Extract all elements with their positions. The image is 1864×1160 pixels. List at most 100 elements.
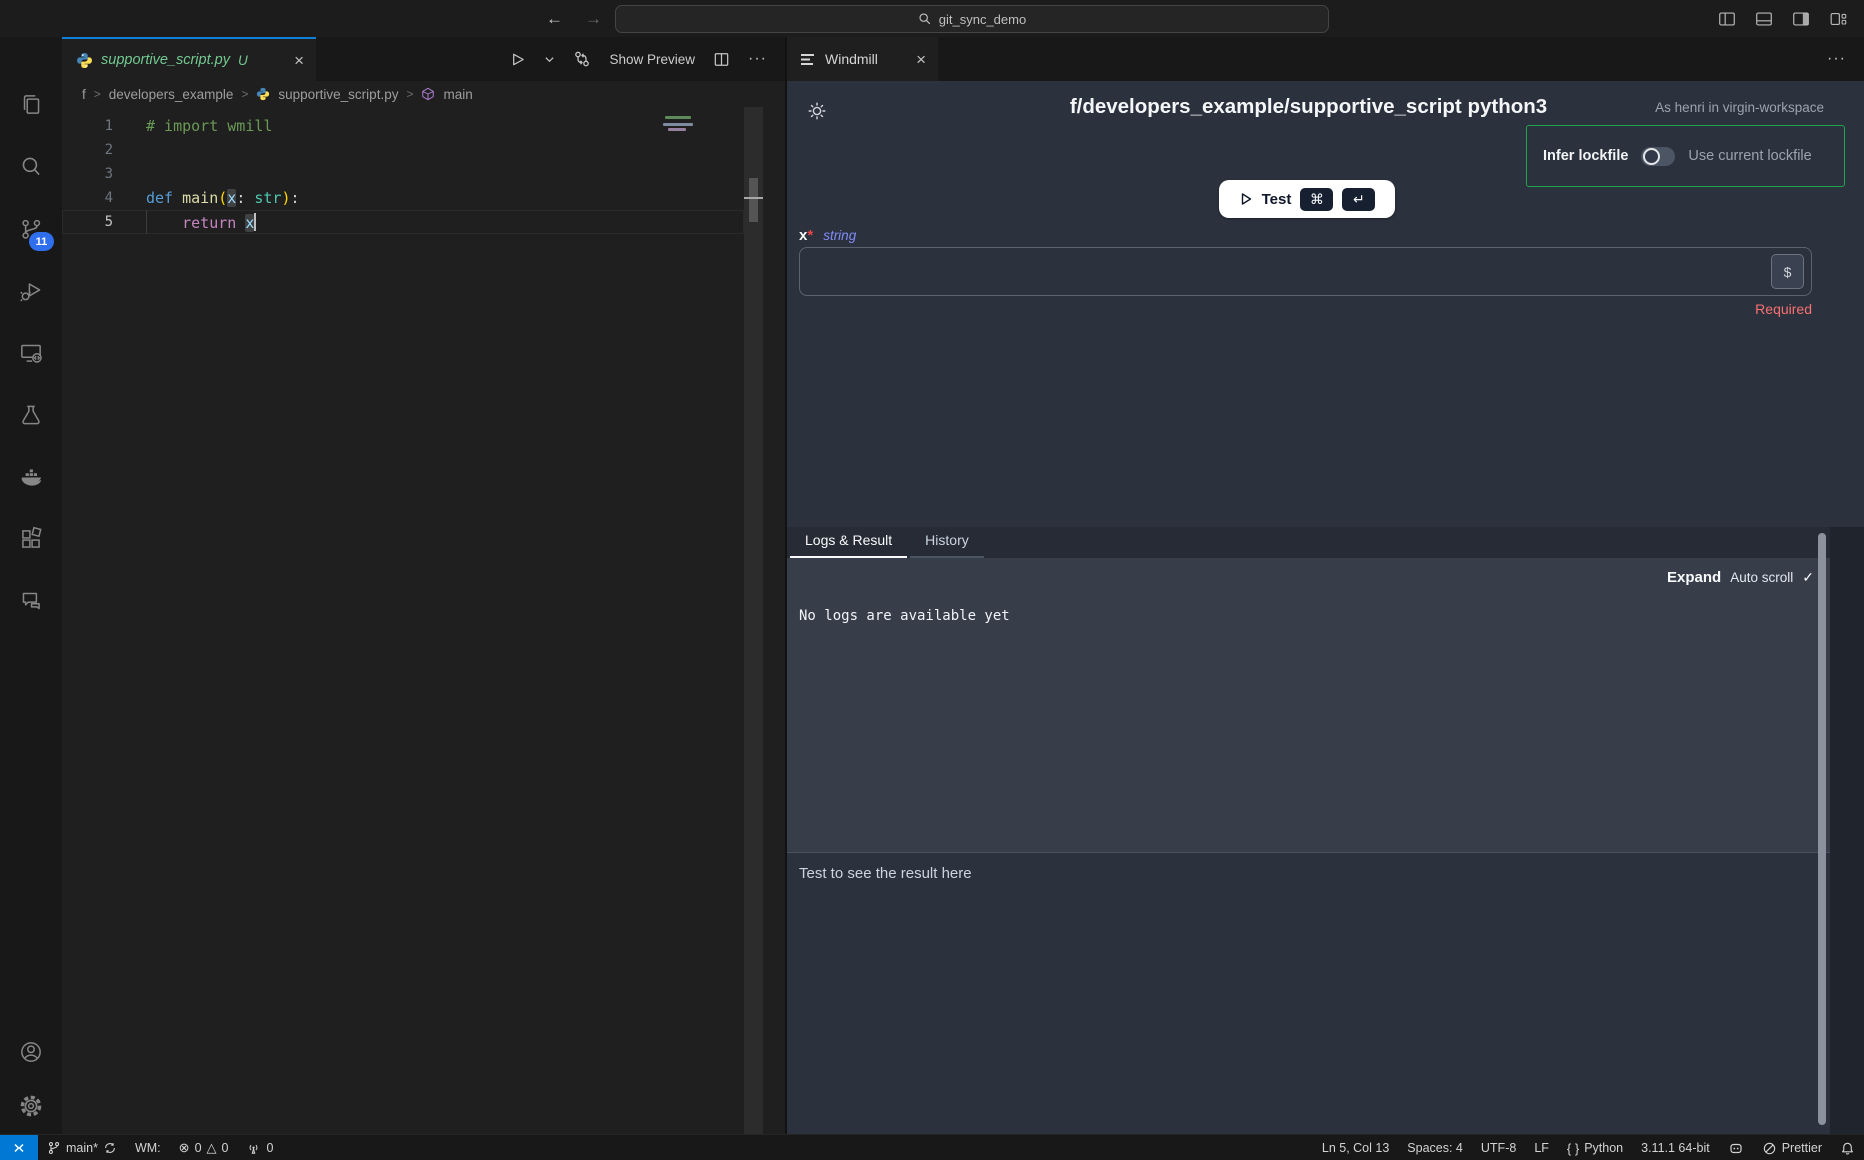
run-debug-icon [17, 277, 45, 305]
webview-scrollbar-thumb[interactable] [1818, 533, 1826, 1125]
windmill-status[interactable]: WM: [126, 1135, 170, 1160]
notifications-status[interactable] [1831, 1135, 1864, 1160]
indentation-label: Spaces: 4 [1407, 1141, 1463, 1155]
line-number: 3 [62, 166, 113, 182]
argument-x-input[interactable] [799, 247, 1812, 296]
formatter-label: Prettier [1782, 1141, 1822, 1155]
sync-icon [103, 1141, 117, 1155]
editor-more-actions-icon[interactable]: ··· [748, 50, 767, 68]
run-dropdown-chevron-icon[interactable] [544, 54, 555, 65]
git-branch-status[interactable]: main* [38, 1135, 126, 1160]
sidebar-item-comments[interactable] [0, 577, 62, 625]
breadcrumb-folder[interactable]: developers_example [109, 87, 234, 102]
eol-status[interactable]: LF [1525, 1135, 1558, 1160]
navigate-back-icon[interactable]: ← [546, 9, 563, 29]
required-validation-message: Required [799, 301, 1812, 317]
remote-indicator[interactable] [0, 1135, 38, 1160]
ports-status[interactable]: 0 [237, 1135, 282, 1160]
panel-more-actions-icon[interactable]: ··· [1827, 50, 1846, 68]
toggle-sidebar-icon[interactable] [1717, 9, 1737, 29]
breadcrumb-symbol[interactable]: main [443, 87, 472, 102]
code-editor[interactable]: 1 # import wmill 2 3 4 def main(x: str):… [62, 114, 785, 234]
lockfile-toggle[interactable] [1641, 147, 1675, 166]
lockfile-options-box: Infer lockfile Use current lockfile [1526, 125, 1845, 187]
indent-guide [146, 210, 147, 234]
code-line-current: 5 return x [62, 210, 744, 234]
customize-layout-icon[interactable] [1828, 9, 1848, 29]
bell-icon [1840, 1141, 1855, 1156]
tab-windmill[interactable]: Windmill × [787, 37, 938, 81]
sidebar-item-explorer[interactable] [0, 81, 62, 129]
tab-filename: supportive_script.py [101, 52, 230, 68]
line-number: 1 [62, 118, 113, 134]
indentation-status[interactable]: Spaces: 4 [1398, 1135, 1472, 1160]
sidebar-item-run-debug[interactable] [0, 267, 62, 315]
formatter-status[interactable]: Prettier [1753, 1135, 1831, 1160]
vscode-window: ← → git_sync_demo [0, 0, 1864, 1160]
close-tab-icon[interactable]: × [294, 52, 304, 69]
argument-type: string [823, 228, 856, 243]
copilot-status[interactable] [1719, 1135, 1753, 1160]
required-star: * [807, 227, 813, 244]
problems-status[interactable]: ⊗ 0 △ 0 [170, 1135, 238, 1160]
windmill-panel: Windmill × ··· f/developers_example/supp… [787, 37, 1864, 1134]
breadcrumb-file[interactable]: supportive_script.py [278, 87, 398, 102]
line-number: 5 [62, 214, 113, 230]
close-tab-icon[interactable]: × [916, 51, 926, 68]
expand-logs-button[interactable]: Expand [1667, 569, 1721, 586]
sidebar-item-remote-explorer[interactable] [0, 329, 62, 377]
language-label: Python [1584, 1141, 1623, 1155]
cursor-position-status[interactable]: Ln 5, Col 13 [1313, 1135, 1398, 1160]
logs-empty-message: No logs are available yet [799, 608, 1010, 624]
command-center-search[interactable]: git_sync_demo [615, 5, 1329, 33]
navigate-forward-icon[interactable]: → [585, 9, 602, 29]
python-file-icon [76, 52, 93, 69]
tab-logs-result[interactable]: Logs & Result [790, 529, 907, 558]
show-preview-button[interactable]: Show Preview [609, 52, 695, 67]
toggle-panel-icon[interactable] [1754, 9, 1774, 29]
line-number: 2 [62, 142, 113, 158]
tab-supportive-script[interactable]: supportive_script.py U × [62, 37, 316, 81]
variable-picker-button[interactable]: $ [1771, 254, 1804, 289]
ports-count: 0 [266, 1141, 273, 1155]
test-button-label: Test [1262, 191, 1292, 208]
activity-bar: 11 [0, 37, 62, 1134]
scm-badge: 11 [29, 232, 54, 251]
split-editor-icon[interactable] [712, 50, 731, 69]
sidebar-item-docker[interactable] [0, 453, 62, 501]
sidebar-item-extensions[interactable] [0, 515, 62, 563]
auto-scroll-check-icon[interactable]: ✓ [1802, 569, 1814, 586]
settings-gear-icon[interactable] [17, 1092, 45, 1120]
flask-icon [17, 401, 45, 429]
auto-scroll-label[interactable]: Auto scroll [1730, 570, 1793, 585]
breadcrumb-separator: > [241, 87, 248, 101]
test-button[interactable]: Test ⌘ ↵ [1219, 180, 1395, 218]
code-token: x [227, 189, 236, 207]
editor-scrollbar-thumb[interactable] [749, 178, 758, 222]
sidebar-item-search[interactable] [0, 143, 62, 191]
language-mode-status[interactable]: { } Python [1558, 1135, 1632, 1160]
error-icon: ⊗ [179, 1140, 190, 1156]
result-pane: Test to see the result here [787, 852, 1830, 1134]
account-icon[interactable] [17, 1038, 45, 1066]
warning-icon: △ [207, 1140, 217, 1156]
editor-group: supportive_script.py U × Show Preview [62, 37, 785, 1134]
code-token: ( [218, 189, 227, 207]
run-python-file-icon[interactable] [508, 50, 527, 69]
encoding-status[interactable]: UTF-8 [1472, 1135, 1525, 1160]
text-cursor [254, 213, 256, 231]
compare-changes-icon[interactable] [572, 49, 592, 69]
logs-result-tabbar: Logs & Result History [787, 527, 1830, 558]
toggle-secondary-sidebar-icon[interactable] [1791, 9, 1811, 29]
code-line: 4 def main(x: str): [62, 186, 785, 210]
minimap-line-mark [668, 128, 686, 131]
editor-scrollbar[interactable] [744, 107, 763, 1134]
sidebar-item-source-control[interactable]: 11 [0, 205, 62, 253]
comments-icon [17, 587, 45, 615]
python-interpreter-status[interactable]: 3.11.1 64-bit [1632, 1135, 1719, 1160]
sidebar-item-testing[interactable] [0, 391, 62, 439]
encoding-label: UTF-8 [1481, 1141, 1516, 1155]
tab-history[interactable]: History [910, 529, 984, 558]
breadcrumb-root[interactable]: f [82, 87, 86, 102]
error-count: 0 [195, 1141, 202, 1155]
